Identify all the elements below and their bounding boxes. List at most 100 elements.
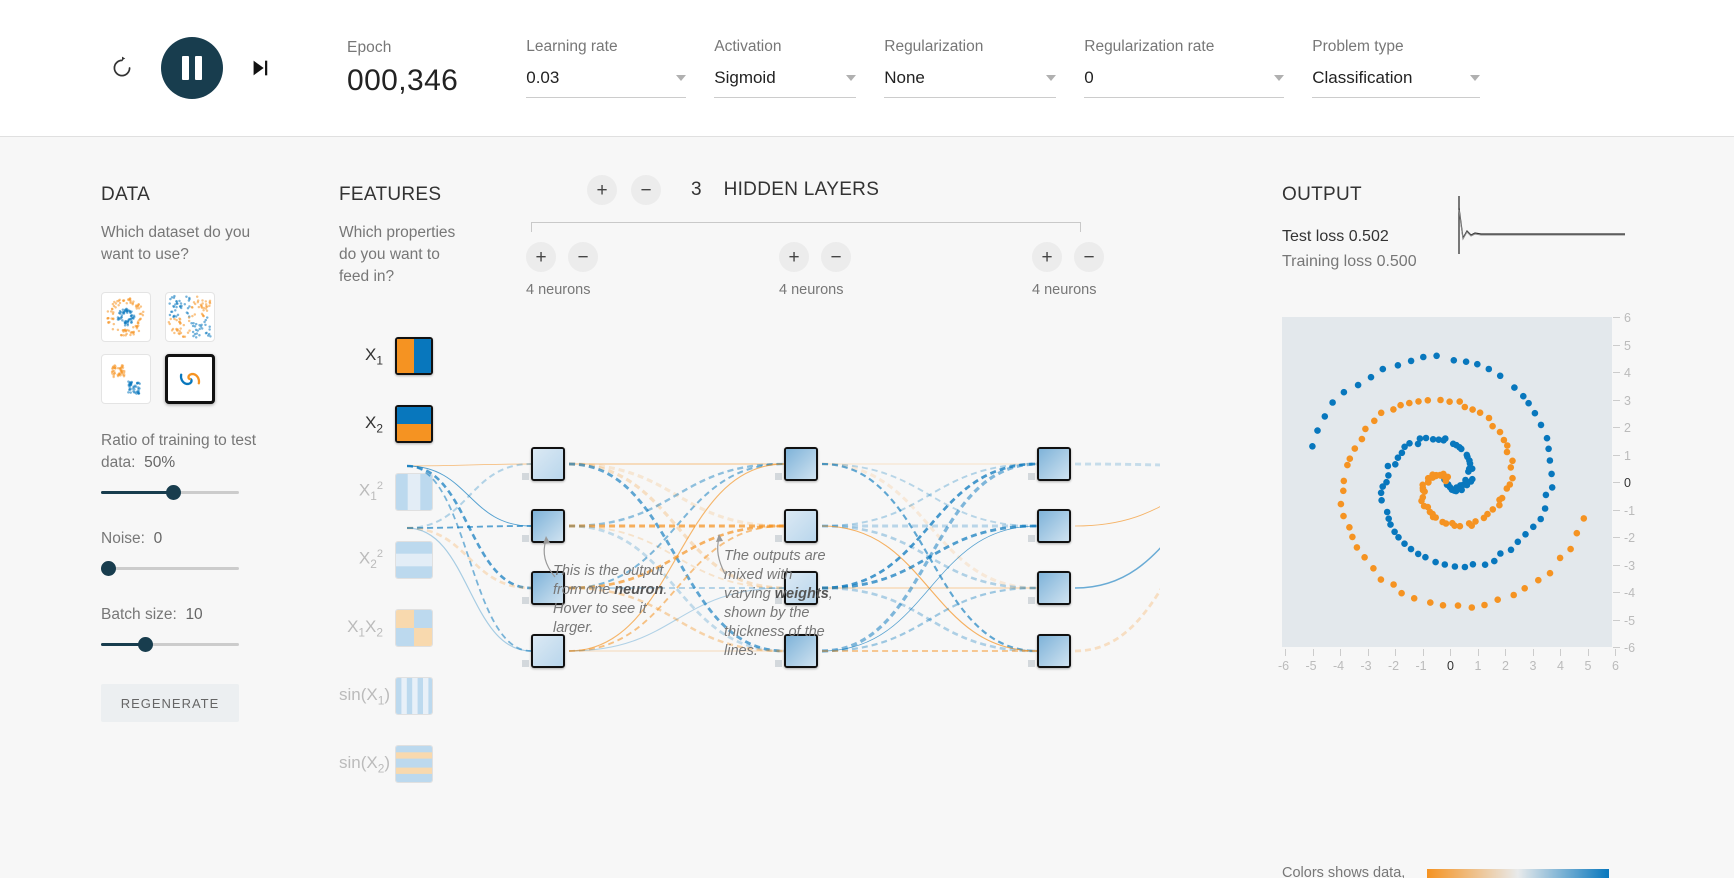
ratio-label: Ratio of training to test data: 50% — [101, 430, 271, 474]
regularization-select[interactable]: None — [884, 68, 1057, 98]
neuron-l3-n4[interactable] — [1037, 634, 1071, 668]
y-tick-label: -2 — [1624, 531, 1636, 545]
feature-thumbnail-X1[interactable] — [395, 337, 433, 375]
control-regularization: Regularization None — [884, 38, 1057, 98]
batch-label: Batch size: 10 — [101, 604, 271, 626]
layer-controls-1: + − — [526, 242, 598, 272]
output-heatmap[interactable] — [1282, 317, 1612, 647]
slider-knob[interactable] — [101, 561, 116, 576]
chevron-down-icon — [676, 75, 687, 81]
reset-icon[interactable] — [105, 51, 139, 85]
regenerate-button[interactable]: REGENERATE — [101, 684, 239, 722]
slider-knob[interactable] — [165, 485, 181, 500]
play-pause-button[interactable] — [161, 37, 223, 99]
add-neuron-button-layer3[interactable]: + — [1032, 242, 1062, 272]
add-layer-button[interactable]: + — [587, 175, 617, 205]
slider-knob[interactable] — [138, 637, 154, 652]
feature-row-X2sq[interactable]: X22 — [339, 536, 469, 584]
neuron-l1-n1[interactable] — [531, 447, 565, 481]
noise-label: Noise: 0 — [101, 528, 271, 550]
playback-controls — [105, 37, 275, 99]
y-tickmark — [1613, 372, 1620, 373]
step-forward-icon[interactable] — [245, 53, 275, 83]
heatmap-x-axis: -6 -5 -4 -3 -2 -1 0 1 2 3 4 5 6 — [1272, 649, 1622, 679]
epoch-display: Epoch 000,346 — [347, 39, 458, 98]
neuron-l1-n4[interactable] — [531, 634, 565, 668]
layer-controls-2: + − — [779, 242, 851, 272]
dataset-gauss[interactable] — [101, 354, 151, 404]
feature-thumbnail-X2[interactable] — [395, 405, 433, 443]
chevron-down-icon — [846, 75, 857, 81]
regularization-value: None — [884, 68, 925, 87]
feature-row-sinX2[interactable]: sin(X2) — [339, 740, 469, 788]
x-tick-label: 2 — [1502, 659, 1509, 673]
feature-row-X1X2[interactable]: X1X2 — [339, 604, 469, 652]
noise-slider[interactable] — [101, 560, 239, 578]
training-loss-value: 0.500 — [1376, 253, 1417, 270]
dataset-circle[interactable] — [101, 292, 151, 342]
slider-fill — [101, 491, 173, 494]
feature-thumbnail-sinX1[interactable] — [395, 677, 433, 715]
neuron-bias-indicator — [522, 597, 529, 604]
remove-neuron-button-layer1[interactable]: − — [568, 242, 598, 272]
regularization-rate-select[interactable]: 0 — [1084, 68, 1285, 98]
y-tickmark — [1613, 592, 1620, 593]
x-tickmark — [1450, 649, 1451, 656]
feature-row-X2[interactable]: X2 — [339, 400, 469, 448]
y-tick-label: -4 — [1624, 586, 1636, 600]
neuron-l3-n1[interactable] — [1037, 447, 1071, 481]
neuron-bias-indicator — [1028, 535, 1035, 542]
output-panel-title: OUTPUT — [1282, 184, 1362, 205]
noise-value: 0 — [153, 530, 163, 547]
dataset-spiral[interactable] — [165, 354, 215, 404]
y-tick-label: 0 — [1624, 476, 1631, 490]
ratio-label-text: Ratio of training to test data: — [101, 432, 257, 471]
y-tickmark — [1613, 399, 1620, 401]
output-panel: OUTPUT Test loss 0.502 Training loss 0.5… — [1282, 184, 1417, 274]
problem-type-select[interactable]: Classification — [1312, 68, 1481, 98]
control-learning-rate: Learning rate 0.03 — [526, 38, 687, 98]
legend-description: Colors shows data, neuron and weight val… — [1282, 865, 1406, 878]
neuron-count-label-layer2: 4 neurons — [779, 282, 844, 298]
x-tick-label: 3 — [1529, 659, 1537, 673]
feature-label-X1X2: X1X2 — [347, 616, 383, 640]
feature-thumbnail-sinX2[interactable] — [395, 745, 433, 783]
annotation-neuron-output: This is the output from one neuron. Hove… — [553, 563, 668, 636]
learning-rate-select[interactable]: 0.03 — [526, 68, 687, 98]
feature-row-sinX1[interactable]: sin(X1) — [339, 672, 469, 720]
batch-slider-block: Batch size: 10 — [101, 604, 271, 654]
feature-thumbnail-X1sq[interactable] — [395, 473, 433, 511]
feature-thumbnail-X2sq[interactable] — [395, 541, 433, 579]
x-tickmark — [1560, 649, 1561, 656]
add-neuron-button-layer2[interactable]: + — [779, 242, 809, 272]
feature-row-X1[interactable]: X1 — [339, 332, 469, 380]
tensorflow-playground: Epoch 000,346 Learning rate 0.03 Activat… — [0, 0, 1734, 878]
feature-label-X2: X2 — [365, 412, 383, 436]
y-tick-label: 1 — [1624, 448, 1631, 463]
neuron-count-label-layer3: 4 neurons — [1032, 282, 1097, 298]
color-legend-bar — [1427, 869, 1609, 878]
activation-select[interactable]: Sigmoid — [714, 68, 857, 98]
heatmap-y-axis: 6 5 4 3 2 1 0 -1 -2 -3 -4 -5 -6 — [1613, 307, 1653, 657]
activation-label: Activation — [714, 38, 782, 55]
feature-row-X1sq[interactable]: X12 — [339, 468, 469, 516]
neuron-l2-n2[interactable] — [784, 509, 818, 543]
neuron-bias-indicator — [522, 535, 529, 542]
batch-slider[interactable] — [101, 636, 239, 654]
remove-layer-button[interactable]: − — [631, 175, 661, 205]
y-tickmark — [1613, 619, 1620, 621]
add-neuron-button-layer1[interactable]: + — [526, 242, 556, 272]
y-tickmark — [1613, 564, 1620, 566]
dataset-xor[interactable] — [165, 292, 215, 342]
neuron-l3-n3[interactable] — [1037, 571, 1071, 605]
remove-neuron-button-layer3[interactable]: − — [1074, 242, 1104, 272]
y-tickmark — [1613, 482, 1620, 483]
feature-thumbnail-X1X2[interactable] — [395, 609, 433, 647]
dataset-thumbnails — [101, 292, 271, 404]
neuron-l2-n1[interactable] — [784, 447, 818, 481]
neuron-l3-n2[interactable] — [1037, 509, 1071, 543]
neuron-l1-n2[interactable] — [531, 509, 565, 543]
y-tickmark — [1613, 537, 1620, 538]
ratio-slider[interactable] — [101, 484, 239, 502]
remove-neuron-button-layer2[interactable]: − — [821, 242, 851, 272]
